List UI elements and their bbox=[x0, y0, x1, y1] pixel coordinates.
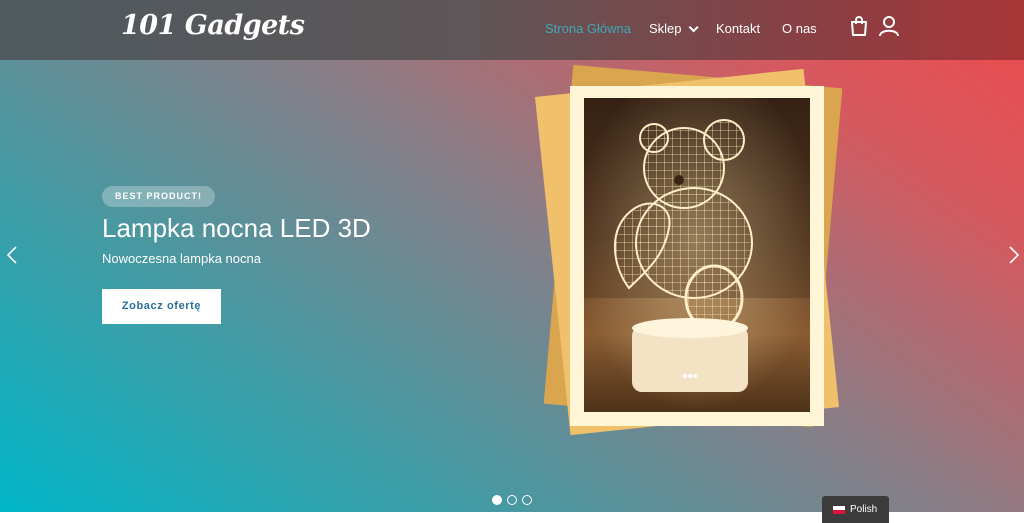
nav-link-home[interactable]: Strona Główna bbox=[545, 21, 631, 36]
user-icon[interactable] bbox=[878, 15, 902, 39]
slide-dot-1[interactable] bbox=[492, 495, 502, 505]
chevron-right-icon[interactable] bbox=[1007, 245, 1021, 265]
nav-link-contact[interactable]: Kontakt bbox=[716, 21, 760, 36]
slider-pagination bbox=[492, 495, 532, 505]
language-switcher[interactable]: Polish bbox=[822, 496, 889, 523]
header-navbar: 101 Gadgets Strona Główna Sklep Kontakt … bbox=[0, 0, 1024, 60]
nav-link-about[interactable]: O nas bbox=[782, 21, 817, 36]
nav-link-shop[interactable]: Sklep bbox=[649, 21, 699, 36]
shopping-bag-icon[interactable] bbox=[849, 15, 873, 39]
view-offer-button[interactable]: Zobacz ofertę bbox=[102, 289, 221, 324]
language-label: Polish bbox=[850, 504, 878, 515]
slide-dot-2[interactable] bbox=[507, 495, 517, 505]
chevron-left-icon[interactable] bbox=[5, 245, 19, 265]
hero-subtitle: Nowoczesna lampka nocna bbox=[102, 251, 261, 266]
slide-dot-3[interactable] bbox=[522, 495, 532, 505]
product-image bbox=[534, 64, 860, 454]
chevron-down-icon bbox=[688, 22, 699, 33]
hero-slider: 101 Gadgets Strona Główna Sklep Kontakt … bbox=[0, 0, 1024, 512]
site-logo[interactable]: 101 Gadgets bbox=[121, 10, 305, 41]
best-product-badge: BEST PRODUCT! bbox=[102, 186, 215, 207]
nav-link-shop-label: Sklep bbox=[649, 21, 682, 36]
lamp-photo bbox=[584, 98, 810, 412]
hero-title: Lampka nocna LED 3D bbox=[102, 213, 371, 243]
photo-frame bbox=[570, 86, 824, 426]
poland-flag-icon bbox=[833, 505, 845, 514]
